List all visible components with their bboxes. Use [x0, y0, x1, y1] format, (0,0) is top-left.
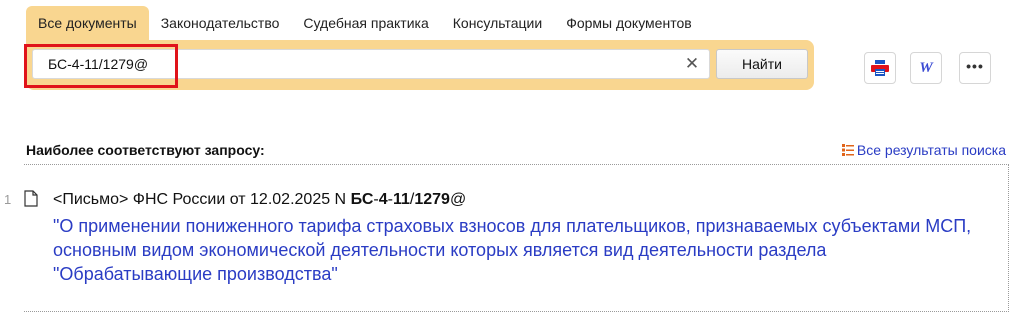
search-field: ✕	[32, 49, 710, 79]
printer-icon	[871, 60, 889, 76]
tab-court-practice[interactable]: Судебная практика	[291, 6, 440, 40]
close-icon[interactable]: ✕	[681, 53, 703, 75]
find-button[interactable]: Найти	[716, 49, 808, 79]
doc-number-part: БС	[350, 191, 374, 208]
tab-bar: Все документы Законодательство Судебная …	[26, 6, 704, 40]
result-title-link[interactable]: "О применении пониженного тарифа страхов…	[53, 214, 973, 286]
all-results-link[interactable]: Все результаты поиска	[841, 142, 1006, 158]
tab-legislation[interactable]: Законодательство	[149, 6, 292, 40]
word-export-icon: W	[919, 59, 933, 76]
tab-consultations[interactable]: Консультации	[441, 6, 554, 40]
doc-number-part: 1279	[414, 191, 450, 208]
all-results-label: Все результаты поиска	[856, 142, 1006, 158]
result-number: 1	[4, 192, 12, 207]
doc-number-part: @	[449, 191, 467, 208]
word-export-button[interactable]: W	[910, 52, 942, 84]
print-button[interactable]	[864, 52, 896, 84]
doc-number-part: 4	[378, 191, 388, 208]
result-meta: <Письмо> ФНС России от 12.02.2025 N БС-4…	[53, 191, 466, 209]
results-heading: Наиболее соответствуют запросу:	[26, 142, 265, 158]
more-icon: •••	[966, 58, 984, 74]
result-meta-prefix: <Письмо> ФНС России от 12.02.2025 N	[53, 191, 351, 208]
search-page: Все документы Законодательство Судебная …	[0, 0, 1024, 324]
tab-document-forms[interactable]: Формы документов	[554, 6, 704, 40]
list-icon	[841, 144, 854, 156]
search-panel: ✕ Найти	[26, 40, 814, 90]
doc-number-part: 11	[392, 191, 410, 208]
more-button[interactable]: •••	[959, 52, 991, 84]
tab-all-documents[interactable]: Все документы	[26, 6, 149, 40]
search-input[interactable]	[33, 50, 673, 78]
document-icon	[24, 190, 38, 207]
